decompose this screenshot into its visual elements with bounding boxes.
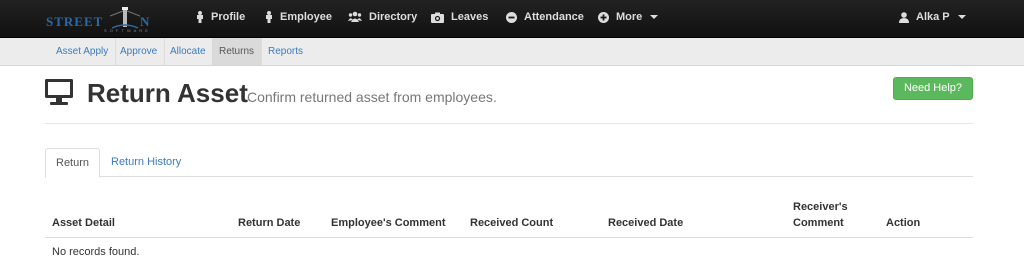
asset-subnav: Asset Apply Approve Allocate Returns Rep… (0, 38, 1024, 66)
tab-return-history[interactable]: Return History (101, 148, 191, 177)
nav-more-label: More (616, 11, 643, 23)
nav-attendance-label: Attendance (524, 11, 584, 23)
col-received-count: Received Count (470, 217, 554, 229)
nav-directory[interactable]: Directory (348, 11, 417, 23)
subnav-returns[interactable]: Returns (212, 38, 263, 65)
nav-profile[interactable]: Profile (196, 11, 245, 23)
camera-icon (431, 12, 444, 23)
subnav-approve[interactable]: Approve (113, 38, 166, 65)
page-title: Return Asset (87, 78, 248, 108)
nav-directory-label: Directory (369, 11, 418, 23)
subnav-reports[interactable]: Reports (261, 38, 310, 65)
nav-employee-label: Employee (280, 11, 332, 23)
monitor-icon (45, 79, 73, 105)
return-tabs: Return Return History (45, 148, 973, 178)
table-header-divider (45, 237, 973, 238)
person-icon (197, 11, 203, 23)
nav-attendance[interactable]: Attendance (506, 11, 584, 23)
nav-leaves[interactable]: Leaves (431, 11, 488, 23)
plus-circle-icon (598, 11, 609, 23)
subnav-asset-apply[interactable]: Asset Apply (49, 38, 117, 65)
nav-more-dropdown[interactable]: More (598, 11, 659, 23)
empty-state-text: No records found. (52, 246, 140, 258)
nav-profile-label: Profile (211, 11, 246, 23)
need-help-button[interactable]: Need Help? (893, 77, 973, 100)
col-asset-detail: Asset Detail (52, 217, 115, 229)
top-navbar: STREET N S O F T W A R E Profile Employe… (0, 0, 1024, 38)
person-icon (266, 11, 272, 23)
nav-leaves-label: Leaves (451, 11, 489, 23)
col-return-date: Return Date (238, 217, 301, 229)
tab-return[interactable]: Return (45, 148, 100, 178)
user-name: Alka P (916, 11, 950, 23)
col-employee-comment: Employee's Comment (331, 217, 446, 229)
group-icon (348, 11, 362, 22)
col-receivers-comment-line1: Receiver's (793, 201, 848, 213)
brand-word: STREET (46, 14, 104, 29)
header-divider (45, 123, 973, 124)
subnav-allocate[interactable]: Allocate (163, 38, 214, 65)
brand-tagline: S O F T W A R E (104, 28, 149, 33)
page-subtitle: Confirm returned asset from employees. (247, 89, 497, 105)
nav-employee[interactable]: Employee (265, 11, 332, 23)
user-icon (899, 11, 909, 23)
lighthouse-logo-icon (110, 7, 140, 29)
minus-circle-icon (506, 11, 517, 23)
col-receivers-comment-line2: Comment (793, 217, 844, 229)
col-action: Action (886, 217, 921, 229)
col-received-date: Received Date (608, 217, 684, 229)
caret-down-icon (650, 15, 659, 19)
brand-logo[interactable]: STREET N S O F T W A R E (46, 6, 168, 33)
user-menu-dropdown[interactable]: Alka P (899, 11, 966, 23)
caret-down-icon (957, 15, 966, 19)
